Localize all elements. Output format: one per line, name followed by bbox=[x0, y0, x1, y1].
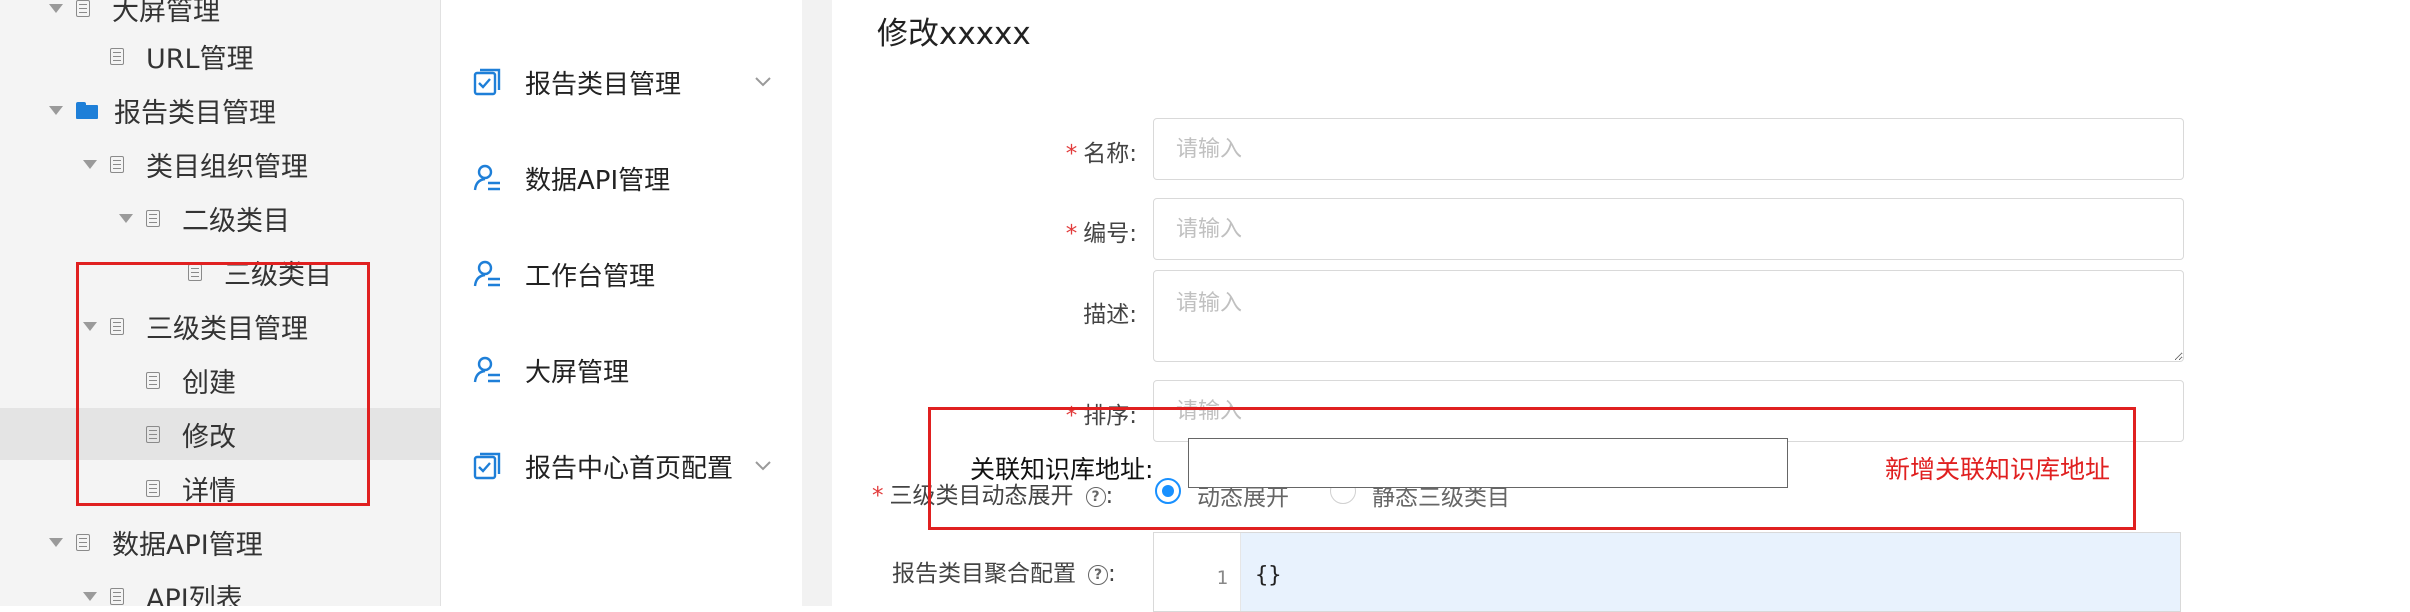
caret-down-icon[interactable] bbox=[48, 534, 64, 550]
tree-item-label: 报告类目管理 bbox=[114, 97, 276, 129]
tree-item-label: 二级类目 bbox=[182, 205, 290, 237]
tree-item-level2-category[interactable]: 二级类目 bbox=[0, 192, 440, 244]
required-mark: * bbox=[872, 483, 884, 509]
menu-item-label: 大屏管理 bbox=[525, 357, 630, 388]
user-list-icon bbox=[473, 356, 500, 383]
tree-item-screen-management[interactable]: 大屏管理 bbox=[0, 0, 440, 34]
code-label: * 编号: bbox=[1065, 221, 1137, 247]
checklist-icon bbox=[473, 452, 501, 480]
aggregate-config-label: 报告类目聚合配置?: bbox=[892, 561, 1116, 587]
menu-item-label: 数据API管理 bbox=[525, 165, 671, 196]
tree-item-report-category-management[interactable]: 报告类目管理 bbox=[0, 84, 440, 136]
annotation-highlight-box bbox=[76, 262, 370, 506]
menu-item-report-category-management[interactable]: 报告类目管理 bbox=[442, 52, 802, 112]
tree-item-url-management[interactable]: URL管理 bbox=[0, 30, 440, 82]
menu-item-label: 报告类目管理 bbox=[525, 69, 682, 100]
name-label: * 名称: bbox=[1065, 141, 1137, 167]
caret-down-icon[interactable] bbox=[48, 102, 64, 118]
caret-down-icon[interactable] bbox=[82, 156, 98, 172]
user-list-icon bbox=[473, 164, 500, 191]
line-number-gutter: 1 bbox=[1154, 533, 1241, 611]
document-icon bbox=[76, 533, 90, 551]
document-icon bbox=[146, 209, 160, 227]
document-icon bbox=[110, 587, 124, 605]
code-text: {} bbox=[1255, 563, 1282, 588]
menu-item-label: 报告中心首页配置 bbox=[525, 453, 734, 484]
menu-item-screen-management[interactable]: 大屏管理 bbox=[442, 340, 802, 400]
menu-item-data-api-management[interactable]: 数据API管理 bbox=[442, 148, 802, 208]
panel-divider bbox=[802, 0, 832, 606]
folder-icon bbox=[76, 101, 98, 119]
description-label: 描述: bbox=[1083, 302, 1137, 328]
menu-item-label: 工作台管理 bbox=[525, 261, 656, 292]
tree-item-category-org-management[interactable]: 类目组织管理 bbox=[0, 138, 440, 190]
knowledge-base-url-input[interactable] bbox=[1188, 438, 1788, 488]
user-list-icon bbox=[472, 0, 502, 4]
required-mark: * bbox=[1065, 221, 1078, 247]
side-menu: 报告类目管理 数据API管理 工作台管理 大屏管理 报告中心首页配置 bbox=[442, 0, 802, 606]
tree-item-label: 类目组织管理 bbox=[146, 151, 308, 183]
tree-item-label: 大屏管理 bbox=[112, 0, 220, 27]
caret-down-icon[interactable] bbox=[48, 0, 64, 16]
code-input[interactable] bbox=[1153, 198, 2184, 260]
document-icon bbox=[76, 0, 90, 17]
tree-item-api-list[interactable]: API列表 bbox=[0, 570, 440, 606]
chevron-down-icon[interactable] bbox=[754, 460, 772, 472]
tree-item-data-api-management[interactable]: 数据API管理 bbox=[0, 516, 440, 568]
checklist-icon bbox=[473, 68, 501, 96]
chevron-down-icon[interactable] bbox=[754, 76, 772, 88]
menu-item-report-center-home-config[interactable]: 报告中心首页配置 bbox=[442, 436, 802, 496]
page-title: 修改xxxxx bbox=[877, 16, 1031, 52]
code-editor[interactable]: 1 {} bbox=[1153, 532, 2181, 612]
document-icon bbox=[110, 155, 124, 173]
line-number: 1 bbox=[1216, 567, 1228, 589]
caret-down-icon[interactable] bbox=[82, 588, 98, 604]
annotation-note: 新增关联知识库地址 bbox=[1885, 455, 2111, 484]
tree-item-label: 数据API管理 bbox=[112, 529, 263, 561]
user-list-icon bbox=[473, 260, 500, 287]
document-icon bbox=[110, 47, 124, 65]
tree-panel: 大屏管理 URL管理 报告类目管理 类目组织管理 二级类目 三级类目 三级类目管… bbox=[0, 0, 441, 606]
code-area[interactable]: {} bbox=[1241, 533, 2180, 611]
knowledge-base-url-label: 关联知识库地址: bbox=[970, 455, 1154, 484]
description-textarea[interactable] bbox=[1153, 270, 2184, 362]
name-input[interactable] bbox=[1153, 118, 2184, 180]
help-icon[interactable]: ? bbox=[1088, 564, 1108, 585]
menu-item-workbench-management[interactable]: 工作台管理 bbox=[442, 244, 802, 304]
caret-down-icon[interactable] bbox=[118, 210, 134, 226]
tree-item-label: URL管理 bbox=[146, 43, 254, 75]
required-mark: * bbox=[1065, 141, 1078, 167]
tree-item-label: API列表 bbox=[146, 583, 243, 607]
